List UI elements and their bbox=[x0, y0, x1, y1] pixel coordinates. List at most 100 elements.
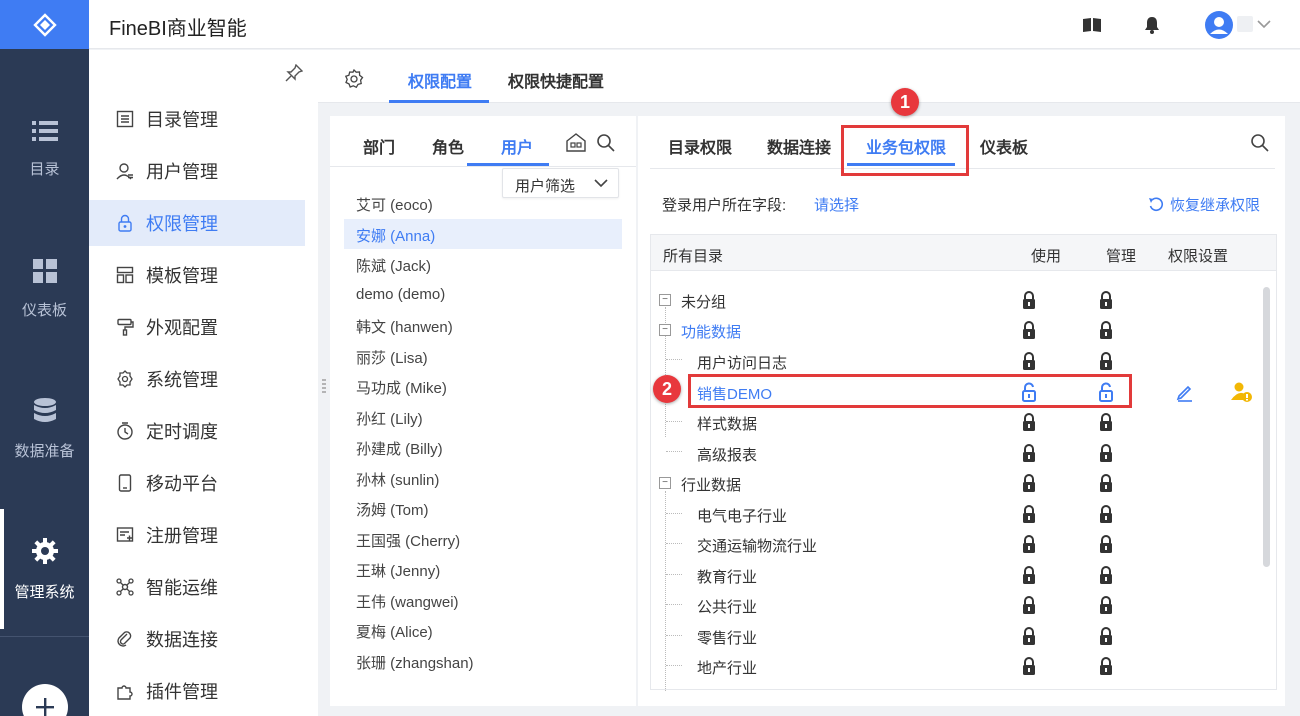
user-permission-warning-icon[interactable] bbox=[1231, 381, 1253, 403]
lock-icon[interactable] bbox=[1021, 504, 1037, 524]
collapse-toggle[interactable]: − bbox=[659, 324, 671, 336]
tab-user[interactable]: 用户 bbox=[501, 134, 533, 158]
lock-icon[interactable] bbox=[1021, 595, 1037, 615]
app-logo[interactable] bbox=[0, 0, 89, 49]
lock-icon[interactable] bbox=[1098, 504, 1114, 524]
lock-icon[interactable] bbox=[1098, 320, 1114, 340]
rail-item-admin[interactable]: 管理系统 bbox=[0, 509, 89, 629]
lock-icon[interactable] bbox=[1098, 412, 1114, 432]
restore-inherited-button[interactable]: 恢复继承权限 bbox=[1148, 194, 1260, 215]
nav-item-templates[interactable]: 模板管理 bbox=[89, 252, 318, 298]
user-list-item[interactable]: 王国强 (Cherry) bbox=[344, 524, 622, 554]
tree-row[interactable]: 公共行业 bbox=[651, 590, 1261, 620]
tree-row-label: 公共行业 bbox=[697, 599, 758, 616]
lock-icon[interactable] bbox=[1021, 290, 1037, 310]
user-list-item[interactable]: 王琳 (Jenny) bbox=[344, 554, 622, 584]
lock-icon[interactable] bbox=[1021, 412, 1037, 432]
user-list-item[interactable]: 马功成 (Mike) bbox=[344, 371, 622, 401]
rail-item-catalog[interactable]: 目录 bbox=[0, 89, 89, 209]
tab-catalog-permission[interactable]: 目录权限 bbox=[668, 134, 732, 158]
lock-icon[interactable] bbox=[1098, 565, 1114, 585]
user-list-item[interactable]: 孙林 (sunlin) bbox=[344, 463, 622, 493]
select-field-link[interactable]: 请选择 bbox=[814, 194, 859, 215]
rail-item-data-prep[interactable]: 数据准备 bbox=[0, 369, 89, 489]
avatar[interactable] bbox=[1205, 11, 1233, 39]
tree-row[interactable]: 高级报表 bbox=[651, 438, 1261, 468]
nav-item-permissions[interactable]: 权限管理 bbox=[89, 200, 305, 246]
lock-icon[interactable] bbox=[1098, 351, 1114, 371]
nav-item-mobile[interactable]: 移动平台 bbox=[89, 460, 318, 506]
user-list-item[interactable]: 夏梅 (Alice) bbox=[344, 615, 622, 645]
user-list-item[interactable]: 汤姆 (Tom) bbox=[344, 493, 622, 523]
search-icon[interactable] bbox=[1250, 133, 1270, 153]
lock-icon[interactable] bbox=[1021, 473, 1037, 493]
rail-item-label: 目录 bbox=[29, 160, 60, 178]
tree-row[interactable]: 样式数据 bbox=[651, 407, 1261, 437]
user-list-item[interactable]: 王伟 (wangwei) bbox=[344, 585, 622, 615]
user-list-item[interactable]: 孙红 (Lily) bbox=[344, 402, 622, 432]
tree-row[interactable]: − 功能数据 bbox=[651, 315, 1261, 345]
user-list-item[interactable]: 丽莎 (Lisa) bbox=[344, 341, 622, 371]
tree-row[interactable]: − 行业数据 bbox=[651, 468, 1261, 498]
search-icon[interactable] bbox=[596, 133, 616, 153]
nav-item-appearance[interactable]: 外观配置 bbox=[89, 304, 318, 350]
tree-row[interactable]: 教育行业 bbox=[651, 560, 1261, 590]
lock-icon[interactable] bbox=[1098, 534, 1114, 554]
org-building-icon[interactable] bbox=[565, 132, 587, 152]
lock-icon[interactable] bbox=[1021, 534, 1037, 554]
tree-row[interactable]: 交通运输物流行业 bbox=[651, 529, 1261, 559]
lock-icon[interactable] bbox=[1021, 565, 1037, 585]
lock-icon[interactable] bbox=[1098, 656, 1114, 676]
edit-icon[interactable] bbox=[1175, 382, 1195, 402]
user-list-item[interactable]: demo (demo) bbox=[344, 280, 622, 310]
lock-icon[interactable] bbox=[1021, 320, 1037, 340]
book-icon[interactable] bbox=[1082, 15, 1102, 35]
nav-item-data-connection[interactable]: 数据连接 bbox=[89, 616, 318, 662]
tab-department[interactable]: 部门 bbox=[363, 134, 395, 158]
lock-icon[interactable] bbox=[1021, 656, 1037, 676]
lock-icon[interactable] bbox=[1021, 626, 1037, 646]
nav-item-registration[interactable]: 注册管理 bbox=[89, 512, 318, 558]
chevron-down-icon[interactable] bbox=[1257, 19, 1271, 29]
tab-role[interactable]: 角色 bbox=[432, 134, 464, 158]
nav-item-ops[interactable]: 智能运维 bbox=[89, 564, 318, 610]
lock-icon[interactable] bbox=[1098, 473, 1114, 493]
pin-icon[interactable] bbox=[285, 64, 303, 82]
lock-icon[interactable] bbox=[1098, 626, 1114, 646]
user-icon bbox=[116, 163, 133, 180]
user-list-item[interactable]: 孙建成 (Billy) bbox=[344, 432, 622, 462]
lock-icon[interactable] bbox=[1021, 443, 1037, 463]
tab-permission-config[interactable]: 权限配置 bbox=[408, 68, 472, 92]
vertical-scrollbar[interactable] bbox=[1263, 287, 1270, 567]
add-button[interactable] bbox=[22, 684, 68, 716]
tree-row[interactable]: 用户访问日志 bbox=[651, 346, 1261, 376]
collapse-toggle[interactable]: − bbox=[659, 294, 671, 306]
lock-icon[interactable] bbox=[1098, 290, 1114, 310]
tree-row[interactable]: 电气电子行业 bbox=[651, 499, 1261, 529]
lock-icon[interactable] bbox=[1098, 443, 1114, 463]
settings-gear-icon[interactable] bbox=[344, 69, 364, 89]
rail-item-dashboard[interactable]: 仪表板 bbox=[0, 229, 89, 349]
resize-handle[interactable] bbox=[322, 378, 326, 394]
tree-row[interactable]: 零售行业 bbox=[651, 621, 1261, 651]
nav-item-plugins[interactable]: 插件管理 bbox=[89, 668, 318, 714]
user-list-item-selected[interactable]: 安娜 (Anna) bbox=[344, 219, 622, 249]
tree-row[interactable]: 地产行业 bbox=[651, 651, 1261, 681]
tree-row[interactable]: − 未分组 bbox=[651, 285, 1261, 315]
collapse-toggle[interactable]: − bbox=[659, 477, 671, 489]
lock-icon[interactable] bbox=[1098, 595, 1114, 615]
user-list-item[interactable]: 韩文 (hanwen) bbox=[344, 310, 622, 340]
nav-item-users[interactable]: 用户管理 bbox=[89, 148, 318, 194]
lock-icon[interactable] bbox=[1021, 351, 1037, 371]
nav-item-schedule[interactable]: 定时调度 bbox=[89, 408, 318, 454]
tab-permission-quick-config[interactable]: 权限快捷配置 bbox=[508, 68, 604, 92]
nav-item-system[interactable]: 系统管理 bbox=[89, 356, 318, 402]
tab-data-connection[interactable]: 数据连接 bbox=[767, 134, 831, 158]
user-list-item[interactable]: 张珊 (zhangshan) bbox=[344, 646, 622, 676]
user-panel: 部门 角色 用户 用户筛选 艾可 (eoco) 安娜 (Anna) 陈斌 (Ja… bbox=[330, 116, 636, 706]
nav-item-catalog[interactable]: 目录管理 bbox=[89, 96, 318, 142]
user-list-item[interactable]: 陈斌 (Jack) bbox=[344, 249, 622, 279]
user-list-item[interactable]: 艾可 (eoco) bbox=[344, 188, 622, 218]
tab-dashboard[interactable]: 仪表板 bbox=[980, 134, 1028, 158]
bell-icon[interactable] bbox=[1142, 15, 1162, 35]
